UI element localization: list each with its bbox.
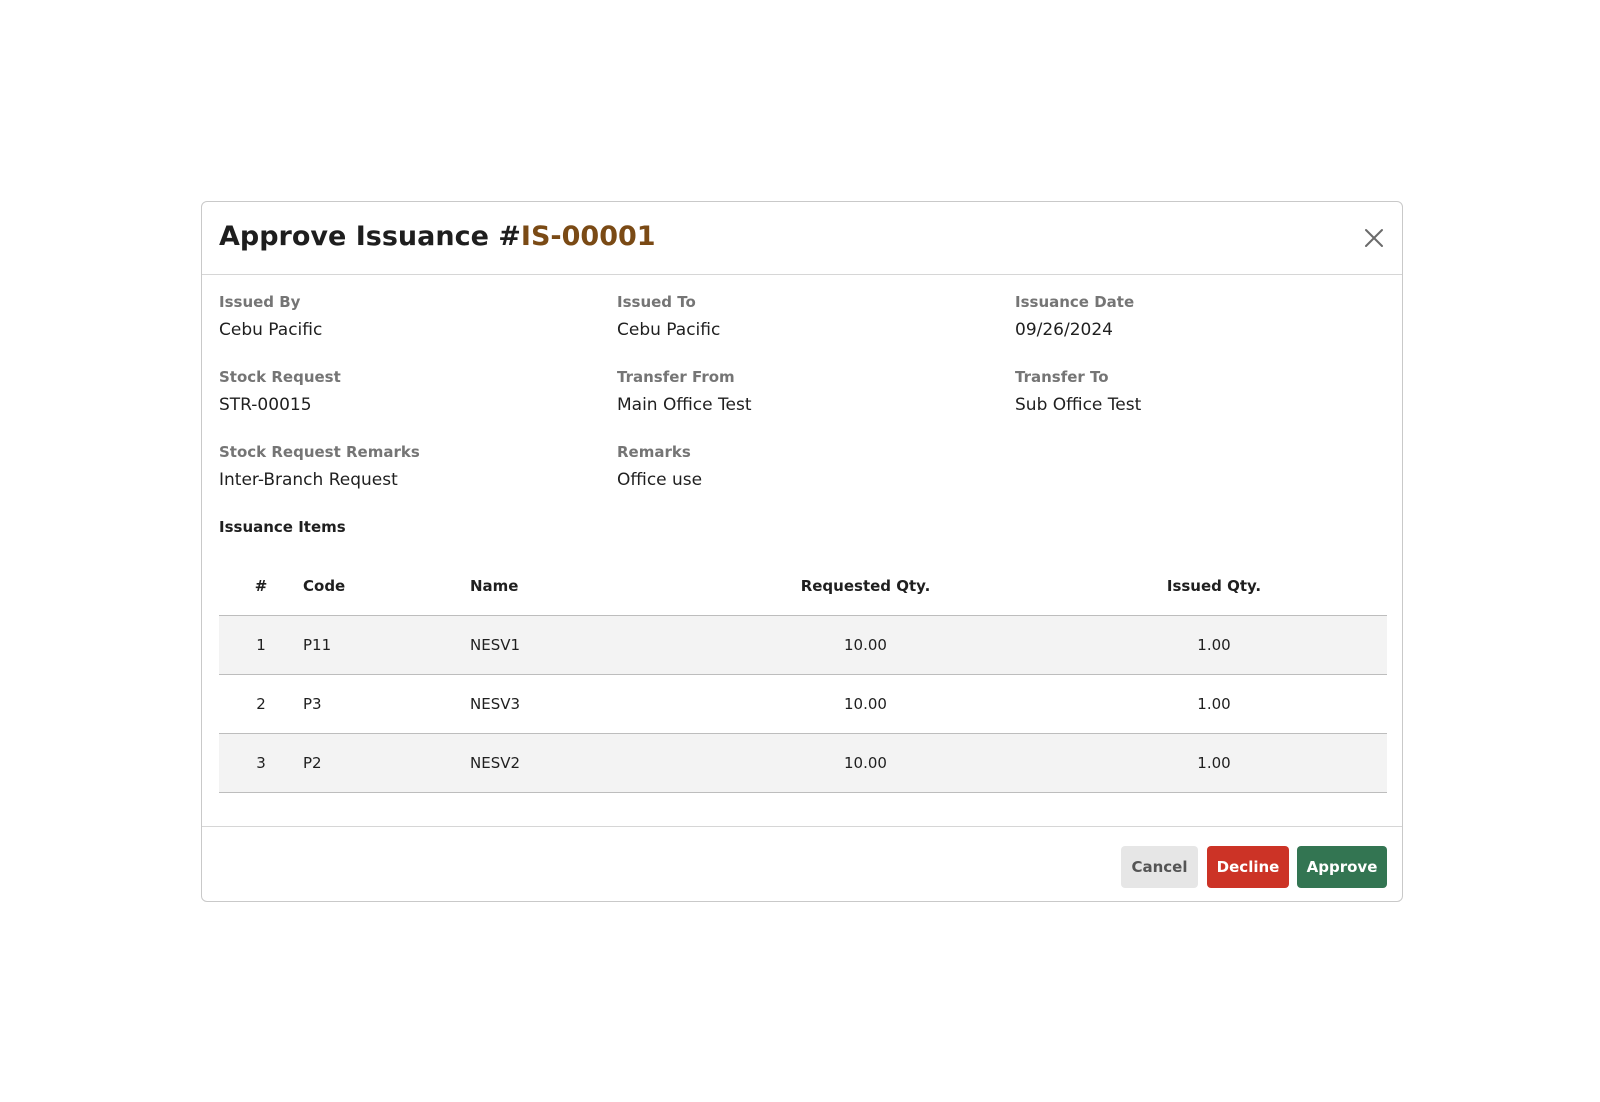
field-value: STR-00015 [219,395,312,415]
column-header-num: # [219,557,303,616]
field-issued-to: Issued To Cebu Pacific [617,292,997,341]
field-value: Cebu Pacific [219,320,323,340]
close-icon [1365,229,1383,247]
field-label: Stock Request [219,368,341,386]
field-label: Issuance Date [1015,293,1135,311]
cell-name: NESV3 [470,674,690,734]
approve-issuance-modal: Approve Issuance #IS-00001 Issued By Ceb… [201,201,1403,902]
table-row: 2 P3 NESV3 10.00 1.00 [219,674,1387,734]
table-header-row: # Code Name Requested Qty. Issued Qty. [219,557,1387,616]
field-issued-by: Issued By Cebu Pacific [219,292,599,341]
column-header-issued-qty: Issued Qty. [1041,557,1387,616]
field-value: 09/26/2024 [1015,320,1113,340]
field-label: Remarks [617,443,691,461]
modal-header: Approve Issuance #IS-00001 [202,202,1402,275]
cell-issued-qty: 1.00 [1041,733,1387,793]
cell-name: NESV2 [470,733,690,793]
cell-issued-qty: 1.00 [1041,615,1387,675]
field-value: Cebu Pacific [617,320,721,340]
approve-button[interactable]: Approve [1297,846,1387,888]
cell-name: NESV1 [470,615,690,675]
cell-requested-qty: 10.00 [690,674,1041,734]
field-value: Inter-Branch Request [219,470,398,490]
cell-requested-qty: 10.00 [690,733,1041,793]
field-transfer-from: Transfer From Main Office Test [617,367,997,416]
field-label: Stock Request Remarks [219,443,420,461]
field-value: Sub Office Test [1015,395,1142,415]
modal-title-prefix: Approve Issuance # [219,221,521,252]
issuance-code: IS-00001 [520,221,656,252]
field-stock-request-remarks: Stock Request Remarks Inter-Branch Reque… [219,442,599,491]
field-label: Transfer To [1015,368,1109,386]
field-label: Issued To [617,293,696,311]
table-row: 1 P11 NESV1 10.00 1.00 [219,615,1387,675]
close-button[interactable] [1360,224,1388,252]
cell-code: P11 [303,615,470,675]
table-row: 3 P2 NESV2 10.00 1.00 [219,733,1387,793]
field-issuance-date: Issuance Date 09/26/2024 [1015,292,1395,341]
cell-num: 2 [219,674,303,734]
field-label: Issued By [219,293,301,311]
cell-issued-qty: 1.00 [1041,674,1387,734]
field-value: Main Office Test [617,395,752,415]
cell-num: 1 [219,615,303,675]
field-remarks: Remarks Office use [617,442,997,491]
column-header-requested-qty: Requested Qty. [690,557,1041,616]
column-header-code: Code [303,557,470,616]
column-header-name: Name [470,557,690,616]
issuance-items-table: # Code Name Requested Qty. Issued Qty. 1… [219,557,1387,793]
cell-code: P2 [303,733,470,793]
modal-footer: Cancel Decline Approve [202,826,1402,902]
cell-requested-qty: 10.00 [690,615,1041,675]
modal-title: Approve Issuance #IS-00001 [219,219,656,255]
field-stock-request: Stock Request STR-00015 [219,367,599,416]
cell-num: 3 [219,733,303,793]
field-transfer-to: Transfer To Sub Office Test [1015,367,1395,416]
decline-button[interactable]: Decline [1207,846,1289,888]
field-value: Office use [617,470,703,490]
cell-code: P3 [303,674,470,734]
cancel-button[interactable]: Cancel [1121,846,1198,888]
field-label: Transfer From [617,368,735,386]
issuance-items-title: Issuance Items [219,518,346,536]
